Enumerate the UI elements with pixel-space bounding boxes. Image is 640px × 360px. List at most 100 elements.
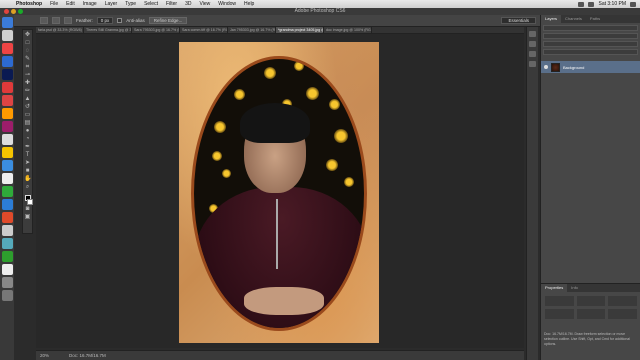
blur-tool-icon[interactable]: ● [24, 128, 31, 135]
close-icon[interactable] [4, 9, 9, 14]
screen-mode-icon[interactable]: ▣ [24, 214, 31, 221]
layer-filter-select[interactable] [543, 25, 638, 31]
zoom-icon[interactable] [18, 9, 23, 14]
facetime-icon[interactable] [1, 238, 13, 249]
canvas-area[interactable] [36, 34, 524, 348]
refine-edge-button[interactable]: Refine Edge... [148, 17, 188, 24]
messages-icon[interactable] [1, 186, 13, 197]
green-app-icon[interactable] [1, 251, 13, 262]
chrome-icon[interactable] [1, 43, 13, 54]
menu-filter[interactable]: Filter [162, 1, 181, 7]
right-panels: Layers Channels Paths Background Propert… [540, 15, 640, 360]
marquee-tool-icon[interactable]: □ [24, 40, 31, 47]
blend-mode-select[interactable] [543, 33, 638, 39]
fill-field[interactable] [543, 49, 638, 55]
menu-type[interactable]: Type [121, 1, 140, 7]
quick-select-tool-icon[interactable]: ✎ [24, 56, 31, 63]
layer-row[interactable]: Background [541, 61, 640, 73]
trash-icon[interactable] [1, 290, 13, 301]
menu-3d[interactable]: 3D [181, 1, 195, 7]
acrobat-icon[interactable] [1, 82, 13, 93]
workspace-select[interactable]: Essentials [501, 17, 536, 24]
doc-tab-active[interactable]: *grandma project 3405.jpg @ 20% (RGB/8) [276, 27, 324, 33]
safari-icon[interactable] [1, 30, 13, 41]
tab-info[interactable]: Info [567, 284, 582, 292]
tab-properties[interactable]: Properties [541, 284, 568, 292]
add-selection-icon[interactable] [64, 17, 72, 24]
doc-tab[interactable]: faria.psd @ 33.3% (RGB/8) [36, 27, 84, 33]
brush-tool-icon[interactable]: ✏ [24, 88, 31, 95]
eyedropper-tool-icon[interactable]: ⊸ [24, 72, 31, 79]
lasso-tool-icon[interactable]: ◌ [24, 48, 31, 55]
photoshop-icon[interactable] [1, 69, 13, 80]
menu-image[interactable]: Image [79, 1, 101, 7]
dodge-tool-icon[interactable]: ◔ [24, 136, 31, 143]
adjustments-panel-icon[interactable] [529, 41, 536, 47]
new-selection-icon[interactable] [52, 17, 60, 24]
feather-input[interactable]: 0 px [96, 17, 114, 24]
opacity-field[interactable] [543, 41, 638, 47]
illustrator-icon[interactable] [1, 108, 13, 119]
preferences-icon[interactable] [1, 225, 13, 236]
skype-icon[interactable] [1, 199, 13, 210]
character-panel-icon[interactable] [529, 51, 536, 57]
path-select-tool-icon[interactable]: ➤ [24, 160, 31, 167]
eye-icon[interactable] [544, 65, 548, 69]
finder-icon[interactable] [1, 17, 13, 28]
antialias-checkbox[interactable] [117, 18, 123, 23]
menu-help[interactable]: Help [240, 1, 258, 7]
shape-tool-icon[interactable]: ■ [24, 168, 31, 175]
hair [240, 103, 310, 143]
doc-tab[interactable]: Jan 795303.jpg @ 16.7% (RGB/8) [228, 27, 276, 33]
tab-layers[interactable]: Layers [541, 15, 562, 23]
doc-tab[interactable]: doc image.jpg @ 100% (RGB/8) [324, 27, 372, 33]
window-controls [4, 9, 23, 14]
menu-layer[interactable]: Layer [101, 1, 122, 7]
tab-paths[interactable]: Paths [586, 15, 604, 23]
quick-mask-icon[interactable]: ◙ [24, 206, 31, 213]
soccer-icon[interactable] [1, 264, 13, 275]
clock[interactable]: Sat 3:10 PM [598, 1, 626, 7]
downloads-icon[interactable] [1, 277, 13, 288]
zoom-level[interactable]: 20% [40, 353, 49, 358]
appstore-icon[interactable] [1, 160, 13, 171]
hand-tool-icon[interactable]: ✋ [24, 176, 31, 183]
menu-view[interactable]: View [196, 1, 215, 7]
gradient-tool-icon[interactable]: ▤ [24, 120, 31, 127]
move-tool-icon[interactable]: ✥ [24, 32, 31, 39]
battery-icon[interactable] [588, 1, 595, 7]
history-brush-tool-icon[interactable]: ↺ [24, 104, 31, 111]
menu-window[interactable]: Window [214, 1, 240, 7]
pen-tool-icon[interactable]: ✒ [24, 144, 31, 151]
notes-icon[interactable] [1, 147, 13, 158]
minimize-icon[interactable] [11, 9, 16, 14]
menu-edit[interactable]: Edit [62, 1, 79, 7]
calendar-icon[interactable] [1, 95, 13, 106]
app-icon[interactable] [1, 212, 13, 223]
zoom-tool-icon[interactable]: ⌕ [24, 184, 31, 191]
menu-app[interactable]: Photoshop [12, 1, 46, 7]
doc-tab[interactable]: Sara comm.tiff @ 16.7% (RGB/8) [180, 27, 228, 33]
menu-select[interactable]: Select [140, 1, 162, 7]
history-panel-icon[interactable] [529, 31, 536, 37]
tab-channels[interactable]: Channels [561, 15, 586, 23]
paragraph-panel-icon[interactable] [529, 61, 536, 67]
document-image[interactable] [179, 42, 379, 343]
indesign-icon[interactable] [1, 121, 13, 132]
background-color-swatch[interactable] [26, 199, 33, 205]
wifi-icon[interactable] [578, 1, 585, 7]
spotlight-icon[interactable] [630, 1, 636, 7]
status-bar: 20% Doc: 16.7M/16.7M [36, 350, 524, 360]
doc-tab[interactable]: Theres Still Granma.jpg @ 33.3% (RGB/8) [84, 27, 132, 33]
itunes-icon[interactable] [1, 173, 13, 184]
menu-file[interactable]: File [46, 1, 62, 7]
mail-icon[interactable] [1, 56, 13, 67]
type-tool-icon[interactable]: T [24, 152, 31, 159]
lasso-preset-icon[interactable] [40, 17, 48, 24]
eraser-tool-icon[interactable]: ▭ [24, 112, 31, 119]
healing-tool-icon[interactable]: ✚ [24, 80, 31, 87]
doc-tab[interactable]: Sara 795303.jpg @ 16.7% (RGB/8) [132, 27, 180, 33]
photos-icon[interactable] [1, 134, 13, 145]
stamp-tool-icon[interactable]: ▲ [24, 96, 31, 103]
crop-tool-icon[interactable]: ⌗ [24, 64, 31, 71]
